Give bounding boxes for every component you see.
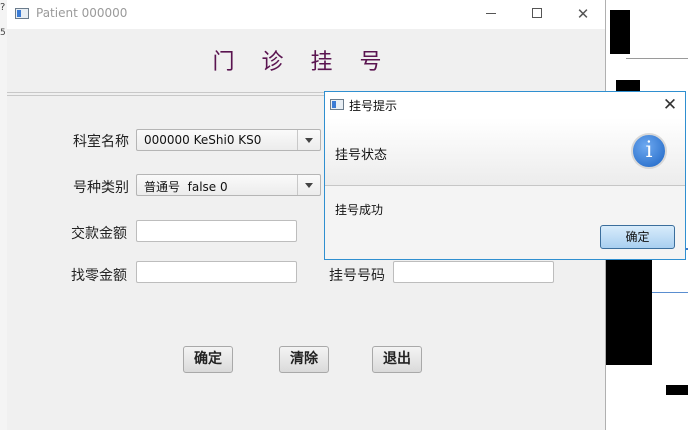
background-artifact [610,10,630,54]
background-artifact [666,385,688,395]
dept-label: 科室名称 [73,131,129,151]
payment-label: 交款金额 [71,223,127,243]
background-glyph: ? [0,2,5,13]
window-titlebar: Patient 000000 ✕ [7,0,605,29]
regtype-dropdown-button[interactable] [297,175,320,195]
minimize-button[interactable] [468,0,514,29]
dialog-close-button[interactable]: ✕ [655,92,685,118]
registration-alert-dialog: 挂号提示 ✕ 挂号状态 i 挂号成功 确定 [324,91,686,260]
clear-button[interactable]: 清除 [279,346,329,373]
change-label: 找零金额 [71,265,127,285]
close-icon: ✕ [663,95,677,115]
close-button[interactable]: ✕ [560,0,606,29]
dept-select-value: 000000 KeShi0 KS0 [144,133,261,147]
dialog-message: 挂号成功 [335,201,383,218]
background-left-strip: ? 5 [0,0,7,430]
chevron-down-icon [305,183,313,188]
dialog-ok-button[interactable]: 确定 [600,225,675,249]
background-line [626,58,688,59]
payment-input[interactable] [136,220,297,242]
maximize-button[interactable] [514,0,560,29]
background-line [652,292,688,293]
minimize-icon [486,13,496,14]
regnum-input[interactable] [393,261,554,283]
background-artifact [606,255,652,365]
maximize-icon [532,8,542,18]
background-glyph: 5 [0,28,6,38]
regtype-select-value: 普通号 false 0 [144,178,228,195]
window-title: Patient 000000 [36,6,127,20]
regnum-label: 挂号号码 [329,265,385,285]
app-icon [15,8,29,19]
dialog-header: 挂号状态 i [325,118,685,186]
dept-dropdown-button[interactable] [297,130,320,150]
regtype-label: 号种类别 [73,177,129,197]
dialog-header-text: 挂号状态 [335,144,387,163]
page-title: 门 诊 挂 号 [7,44,597,76]
dialog-title: 挂号提示 [349,97,397,114]
dialog-titlebar: 挂号提示 ✕ [325,92,685,118]
app-icon [330,99,344,110]
exit-button[interactable]: 退出 [372,346,422,373]
close-icon: ✕ [577,5,590,23]
dept-select[interactable]: 000000 KeShi0 KS0 [136,129,321,151]
confirm-button[interactable]: 确定 [183,346,233,373]
regtype-select[interactable]: 普通号 false 0 [136,174,321,196]
change-input[interactable] [136,261,297,283]
chevron-down-icon [305,138,313,143]
info-icon: i [631,133,667,169]
